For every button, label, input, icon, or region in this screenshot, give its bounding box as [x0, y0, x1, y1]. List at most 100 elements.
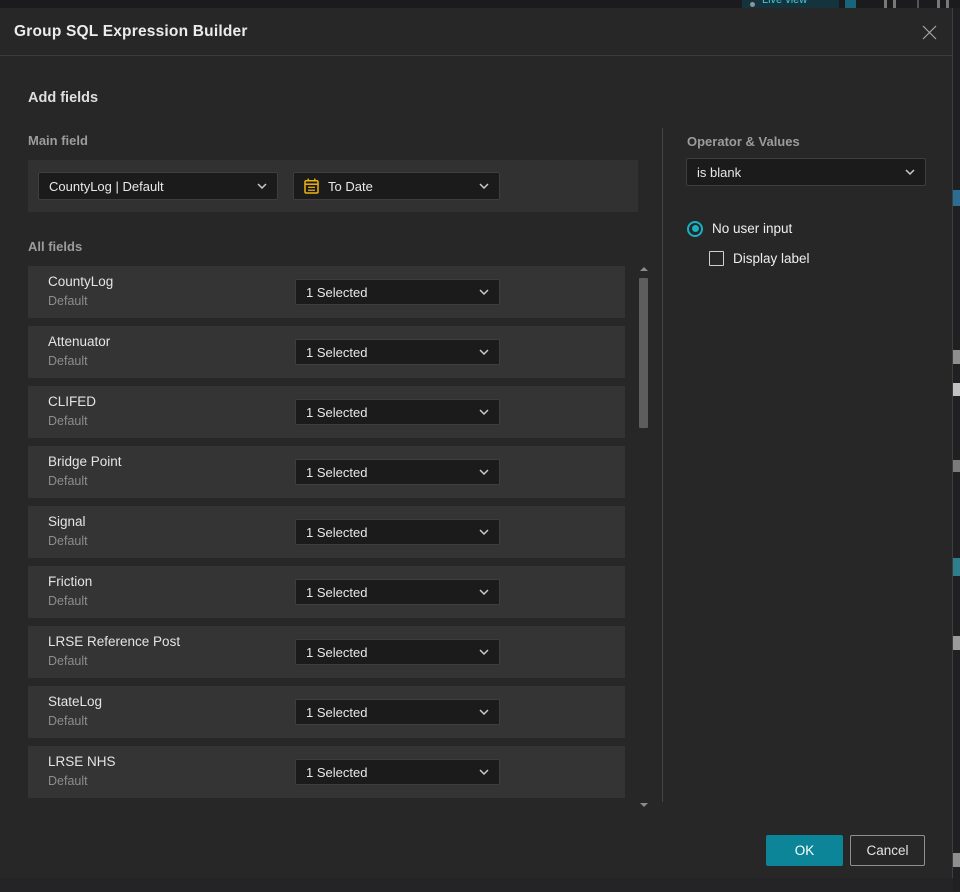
main-field-row: CountyLog | Default To Date	[28, 160, 638, 212]
chevron-down-icon	[905, 169, 915, 175]
field-row-lrse-nhs: LRSE NHS Default 1 Selected	[28, 746, 625, 798]
chevron-down-icon	[479, 649, 489, 655]
background-fragment	[953, 190, 960, 206]
scroll-down-icon[interactable]	[640, 803, 648, 807]
field-subtitle: Default	[48, 594, 88, 608]
field-selected-value: 1 Selected	[306, 284, 368, 300]
screen: Live view Group SQL Expression Builder A…	[0, 0, 960, 892]
scroll-up-icon[interactable]	[640, 267, 648, 271]
operator-dropdown-value: is blank	[697, 164, 742, 180]
field-selected-value: 1 Selected	[306, 584, 368, 600]
chevron-down-icon	[479, 589, 489, 595]
background-fragment	[953, 350, 960, 364]
field-row-clifed: CLIFED Default 1 Selected	[28, 386, 625, 438]
operator-dropdown[interactable]: is blank	[686, 158, 926, 186]
field-name: Attenuator	[48, 334, 111, 349]
chevron-down-icon	[479, 183, 489, 189]
background-app-edge	[953, 8, 960, 892]
scrollbar-thumb[interactable]	[639, 278, 648, 428]
ok-button[interactable]: OK	[766, 835, 843, 866]
field-subtitle: Default	[48, 294, 88, 308]
add-fields-heading: Add fields	[28, 90, 99, 106]
all-fields-label: All fields	[28, 239, 83, 254]
display-label-label: Display label	[733, 250, 810, 266]
field-subtitle: Default	[48, 414, 88, 428]
field-name: CLIFED	[48, 394, 97, 409]
checkbox-unchecked-icon	[709, 250, 724, 266]
field-selected-value: 1 Selected	[306, 764, 368, 780]
group-sql-expression-builder-dialog: Group SQL Expression Builder Add fields …	[0, 8, 953, 878]
field-selected-value: 1 Selected	[306, 644, 368, 660]
chevron-down-icon	[479, 529, 489, 535]
background-fragment	[953, 558, 960, 576]
field-name: Friction	[48, 574, 93, 589]
dialog-titlebar: Group SQL Expression Builder	[0, 8, 952, 56]
main-field-dropdown[interactable]: CountyLog | Default	[38, 172, 278, 200]
field-selected-value: 1 Selected	[306, 404, 368, 420]
chevron-down-icon	[257, 183, 267, 189]
background-fragment	[845, 0, 856, 8]
chevron-down-icon	[479, 289, 489, 295]
field-name: LRSE Reference Post	[48, 634, 181, 649]
field-type-dropdown-value: To Date	[328, 178, 373, 194]
field-name: Bridge Point	[48, 454, 122, 469]
field-selected-value: 1 Selected	[306, 344, 368, 360]
field-selected-dropdown[interactable]: 1 Selected	[295, 759, 500, 785]
field-selected-dropdown[interactable]: 1 Selected	[295, 579, 500, 605]
chevron-down-icon	[479, 709, 489, 715]
live-view-label: Live view	[762, 0, 808, 6]
main-field-label: Main field	[28, 133, 88, 148]
field-subtitle: Default	[48, 354, 88, 368]
field-row-friction: Friction Default 1 Selected	[28, 566, 625, 618]
field-selected-dropdown[interactable]: 1 Selected	[295, 459, 500, 485]
field-selected-value: 1 Selected	[306, 464, 368, 480]
field-name: Signal	[48, 514, 86, 529]
field-name: StateLog	[48, 694, 103, 709]
dialog-title: Group SQL Expression Builder	[14, 22, 248, 40]
field-selected-dropdown[interactable]: 1 Selected	[295, 339, 500, 365]
field-row-attenuator: Attenuator Default 1 Selected	[28, 326, 625, 378]
close-button[interactable]	[914, 18, 944, 46]
background-app-topbar: Live view	[0, 0, 960, 8]
field-selected-dropdown[interactable]: 1 Selected	[295, 519, 500, 545]
list-scrollbar[interactable]	[637, 264, 649, 810]
background-fragment	[953, 853, 960, 867]
radio-selected-icon	[687, 220, 703, 237]
field-selected-value: 1 Selected	[306, 524, 368, 540]
cancel-button[interactable]: Cancel	[850, 835, 925, 866]
main-field-dropdown-value: CountyLog | Default	[49, 178, 164, 194]
background-fragment	[953, 383, 960, 396]
background-app-bottom	[0, 878, 953, 892]
field-selected-dropdown[interactable]: 1 Selected	[295, 399, 500, 425]
field-subtitle: Default	[48, 714, 88, 728]
field-selected-dropdown[interactable]: 1 Selected	[295, 279, 500, 305]
field-selected-dropdown[interactable]: 1 Selected	[295, 699, 500, 725]
panel-divider	[662, 128, 663, 802]
field-subtitle: Default	[48, 474, 88, 488]
field-selected-value: 1 Selected	[306, 704, 368, 720]
field-name: CountyLog	[48, 274, 114, 289]
background-fragment	[937, 0, 940, 8]
background-fragment	[917, 0, 919, 8]
background-fragment	[884, 0, 887, 8]
operator-values-heading: Operator & Values	[687, 134, 800, 149]
chevron-down-icon	[479, 349, 489, 355]
field-subtitle: Default	[48, 654, 88, 668]
field-row-lrse-reference-post: LRSE Reference Post Default 1 Selected	[28, 626, 625, 678]
field-row-bridge-point: Bridge Point Default 1 Selected	[28, 446, 625, 498]
field-row-statelog: StateLog Default 1 Selected	[28, 686, 625, 738]
background-fragment	[953, 636, 960, 650]
chevron-down-icon	[479, 469, 489, 475]
no-user-input-label: No user input	[712, 221, 793, 236]
field-type-dropdown[interactable]: To Date	[293, 172, 500, 200]
field-subtitle: Default	[48, 774, 88, 788]
no-user-input-radio[interactable]: No user input	[687, 220, 792, 237]
live-view-indicator: Live view	[742, 0, 839, 8]
background-fragment	[953, 460, 960, 472]
chevron-down-icon	[479, 409, 489, 415]
background-fragment	[946, 0, 949, 8]
calendar-icon	[304, 178, 319, 194]
live-dot-icon	[750, 2, 755, 7]
display-label-checkbox[interactable]: Display label	[709, 250, 810, 266]
field-selected-dropdown[interactable]: 1 Selected	[295, 639, 500, 665]
